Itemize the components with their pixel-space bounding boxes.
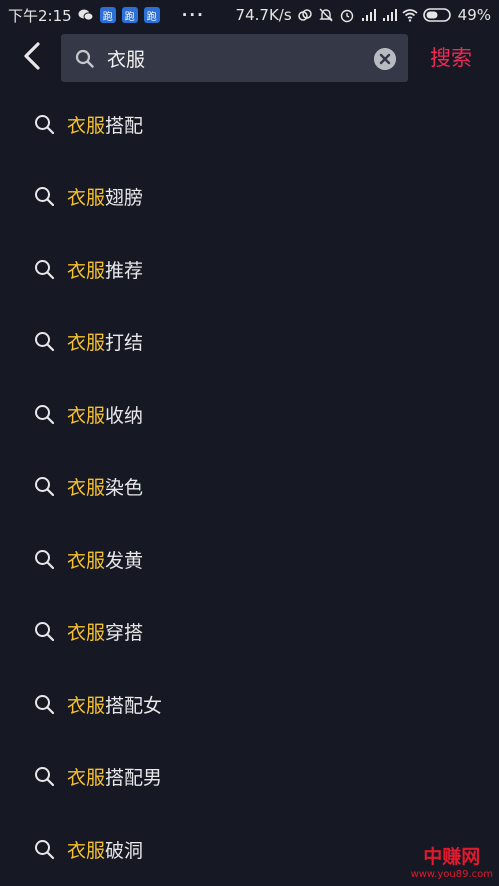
suggestion-item[interactable]: 衣服发黄: [0, 523, 499, 596]
signal-icon: [382, 9, 397, 21]
suggestion-text: 衣服打结: [67, 328, 143, 355]
alarm-icon: [340, 9, 353, 23]
watermark-url: www.you89.com: [410, 869, 493, 880]
suggestion-item[interactable]: 衣服翅膀: [0, 161, 499, 234]
suggestion-highlight: 衣服: [67, 259, 106, 282]
suggestion-rest: 破洞: [105, 839, 144, 862]
search-icon: [35, 694, 55, 714]
search-icon: [35, 622, 55, 642]
suggestion-highlight: 衣服: [67, 404, 106, 427]
suggestion-text: 衣服搭配女: [67, 691, 162, 718]
wechat-icon: [78, 9, 94, 21]
mute-icon: [318, 8, 333, 22]
suggestion-highlight: 衣服: [67, 114, 106, 137]
suggestion-highlight: 衣服: [67, 549, 106, 572]
suggestion-rest: 搭配男: [105, 767, 163, 790]
suggestion-rest: 翅膀: [105, 187, 144, 210]
suggestion-item[interactable]: 衣服穿搭: [0, 596, 499, 669]
notification-badge: 跑: [121, 7, 138, 23]
suggestion-text: 衣服染色: [67, 473, 143, 500]
suggestion-rest: 打结: [105, 332, 144, 355]
watermark-title: 中赚网: [423, 846, 481, 868]
battery-icon: [422, 8, 451, 22]
search-button[interactable]: 搜索: [430, 42, 472, 72]
notification-badge: 跑: [99, 7, 116, 23]
suggestion-highlight: 衣服: [67, 622, 106, 645]
status-bar: 下午2:15 跑 跑 跑 ··· 74.7K/s 49%: [0, 0, 499, 30]
search-icon: [35, 259, 55, 279]
suggestion-rest: 搭配女: [105, 694, 163, 717]
suggestion-item[interactable]: 衣服搭配女: [0, 668, 499, 741]
search-icon: [35, 332, 55, 352]
suggestion-text: 衣服翅膀: [67, 183, 143, 210]
more-notifications-icon: ···: [181, 6, 205, 24]
signal-icon: [361, 9, 376, 21]
suggestion-text: 衣服发黄: [67, 546, 143, 573]
search-icon: [35, 477, 55, 497]
clear-icon[interactable]: [374, 48, 396, 70]
search-box[interactable]: [61, 34, 408, 82]
suggestion-rest: 推荐: [105, 259, 144, 282]
suggestion-item[interactable]: 衣服搭配: [0, 88, 499, 161]
suggestion-rest: 搭配: [105, 114, 144, 137]
suggestion-text: 衣服搭配男: [67, 763, 162, 790]
wifi-icon: [402, 9, 418, 22]
suggestion-highlight: 衣服: [67, 477, 106, 500]
suggestion-highlight: 衣服: [67, 187, 106, 210]
suggestion-rest: 染色: [105, 477, 144, 500]
suggestion-highlight: 衣服: [67, 694, 106, 717]
back-icon[interactable]: [18, 40, 48, 72]
suggestion-highlight: 衣服: [67, 839, 106, 862]
suggestion-highlight: 衣服: [67, 332, 106, 355]
suggestion-item[interactable]: 衣服染色: [0, 451, 499, 524]
battery-level: 49%: [457, 6, 491, 24]
search-input[interactable]: [107, 44, 367, 72]
network-speed: 74.7K/s: [235, 6, 292, 24]
search-icon: [35, 114, 55, 134]
suggestion-text: 衣服破洞: [67, 836, 143, 863]
search-icon: [35, 404, 55, 424]
suggestion-text: 衣服收纳: [67, 401, 143, 428]
suggestion-text: 衣服搭配: [67, 111, 143, 138]
suggestion-item[interactable]: 衣服搭配男: [0, 741, 499, 814]
search-icon: [35, 767, 55, 787]
suggestion-text: 衣服穿搭: [67, 618, 143, 645]
suggestion-item[interactable]: 衣服收纳: [0, 378, 499, 451]
suggestion-item[interactable]: 衣服打结: [0, 306, 499, 379]
suggestion-text: 衣服推荐: [67, 256, 143, 283]
suggestion-rest: 发黄: [105, 549, 144, 572]
notification-badge: 跑: [143, 7, 160, 23]
suggestion-rest: 穿搭: [105, 622, 144, 645]
suggestion-list: 衣服搭配 衣服翅膀 衣服推荐 衣服打结 衣服收纳 衣服染色 衣服发黄 衣服穿搭 衣服搭配女 衣服搭…: [0, 88, 499, 886]
search-icon: [35, 839, 55, 859]
search-icon: [35, 549, 55, 569]
search-icon: [35, 187, 55, 207]
status-time: 下午2:15: [8, 6, 72, 25]
watermark: 中赚网 www.you89.com: [411, 842, 493, 880]
suggestion-rest: 收纳: [105, 404, 144, 427]
sync-icon: [297, 9, 312, 21]
search-bar: 搜索: [0, 30, 499, 88]
suggestion-highlight: 衣服: [67, 767, 106, 790]
search-icon: [75, 49, 94, 68]
suggestion-item[interactable]: 衣服推荐: [0, 233, 499, 306]
